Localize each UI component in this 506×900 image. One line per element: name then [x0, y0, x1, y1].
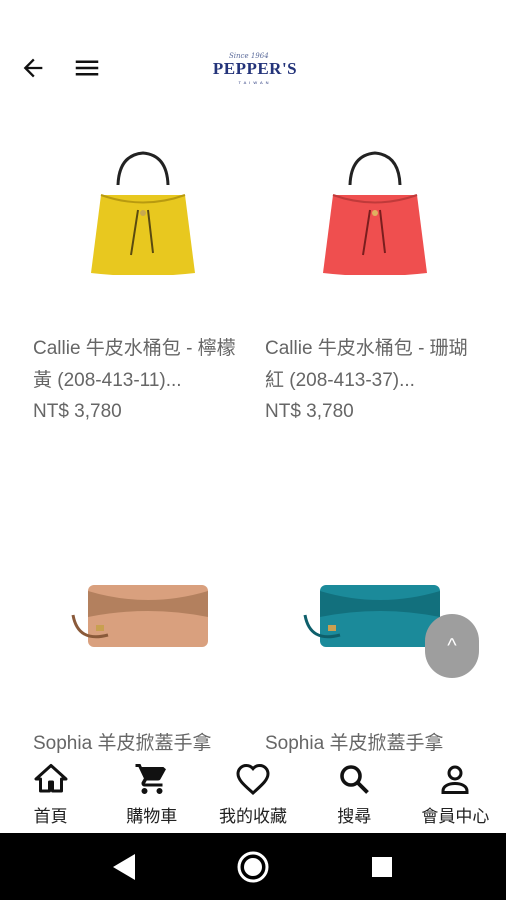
heart-icon	[236, 763, 270, 796]
bucket-bag-image	[91, 151, 195, 275]
clutch-wallet-image	[71, 585, 208, 647]
nav-item-home[interactable]: 首頁	[0, 755, 101, 833]
logo-sub: TAIWAN	[238, 80, 272, 85]
product-card[interactable]: Callie 牛皮水桶包 - 珊瑚紅 (208-413-37)... NT$ 3…	[265, 110, 485, 423]
product-name[interactable]: Sophia 羊皮掀蓋手拿	[265, 728, 477, 755]
product-card[interactable]: Sophia 羊皮掀蓋手拿	[33, 535, 253, 755]
brand-logo[interactable]: Since 1964 PEPPER'S TAIWAN	[205, 50, 305, 86]
nav-label: 購物車	[126, 807, 178, 826]
bottom-navigation: 首頁 購物車 我的收藏 搜尋 會員中心	[0, 755, 506, 833]
arrow-left-icon	[23, 58, 43, 78]
back-button[interactable]	[13, 48, 53, 88]
product-name[interactable]: Callie 牛皮水桶包 - 珊瑚紅 (208-413-37)...	[265, 333, 477, 397]
product-price: NT$ 3,780	[33, 401, 122, 422]
product-price: NT$ 3,780	[265, 401, 354, 422]
nav-label: 搜尋	[337, 807, 372, 826]
system-navigation-bar	[0, 833, 506, 900]
nav-item-cart[interactable]: 購物車	[101, 755, 202, 833]
scroll-to-top-button[interactable]: ^	[425, 614, 479, 678]
system-home-button[interactable]	[233, 847, 273, 887]
cart-icon	[135, 764, 166, 794]
product-card[interactable]: Callie 牛皮水桶包 - 檸檬黃 (208-413-11)... NT$ 3…	[33, 110, 253, 423]
home-icon	[34, 764, 68, 793]
system-back-button[interactable]	[104, 847, 144, 887]
circle-home-icon	[237, 851, 269, 882]
person-icon	[441, 765, 469, 794]
menu-button[interactable]	[67, 48, 107, 88]
nav-label: 會員中心	[421, 807, 490, 826]
square-recents-icon	[371, 856, 392, 877]
app-header: Since 1964 PEPPER'S TAIWAN	[0, 0, 506, 110]
nav-item-search[interactable]: 搜尋	[304, 755, 405, 833]
triangle-back-icon	[113, 853, 136, 880]
nav-item-favorites[interactable]: 我的收藏	[202, 755, 303, 833]
nav-label: 首頁	[33, 807, 68, 826]
system-recents-button[interactable]	[362, 847, 402, 887]
hamburger-menu-icon	[75, 60, 99, 76]
product-image[interactable]	[33, 110, 253, 300]
search-icon	[340, 765, 370, 794]
product-image[interactable]	[265, 110, 485, 300]
chevron-up-icon: ^	[447, 634, 457, 657]
product-name[interactable]: Sophia 羊皮掀蓋手拿	[33, 728, 245, 755]
product-image[interactable]	[33, 535, 253, 695]
product-name[interactable]: Callie 牛皮水桶包 - 檸檬黃 (208-413-11)...	[33, 333, 245, 397]
nav-item-member[interactable]: 會員中心	[405, 755, 506, 833]
nav-label: 我的收藏	[219, 807, 287, 826]
logo-brand: PEPPER'S	[212, 59, 298, 78]
bucket-bag-image	[323, 151, 427, 275]
